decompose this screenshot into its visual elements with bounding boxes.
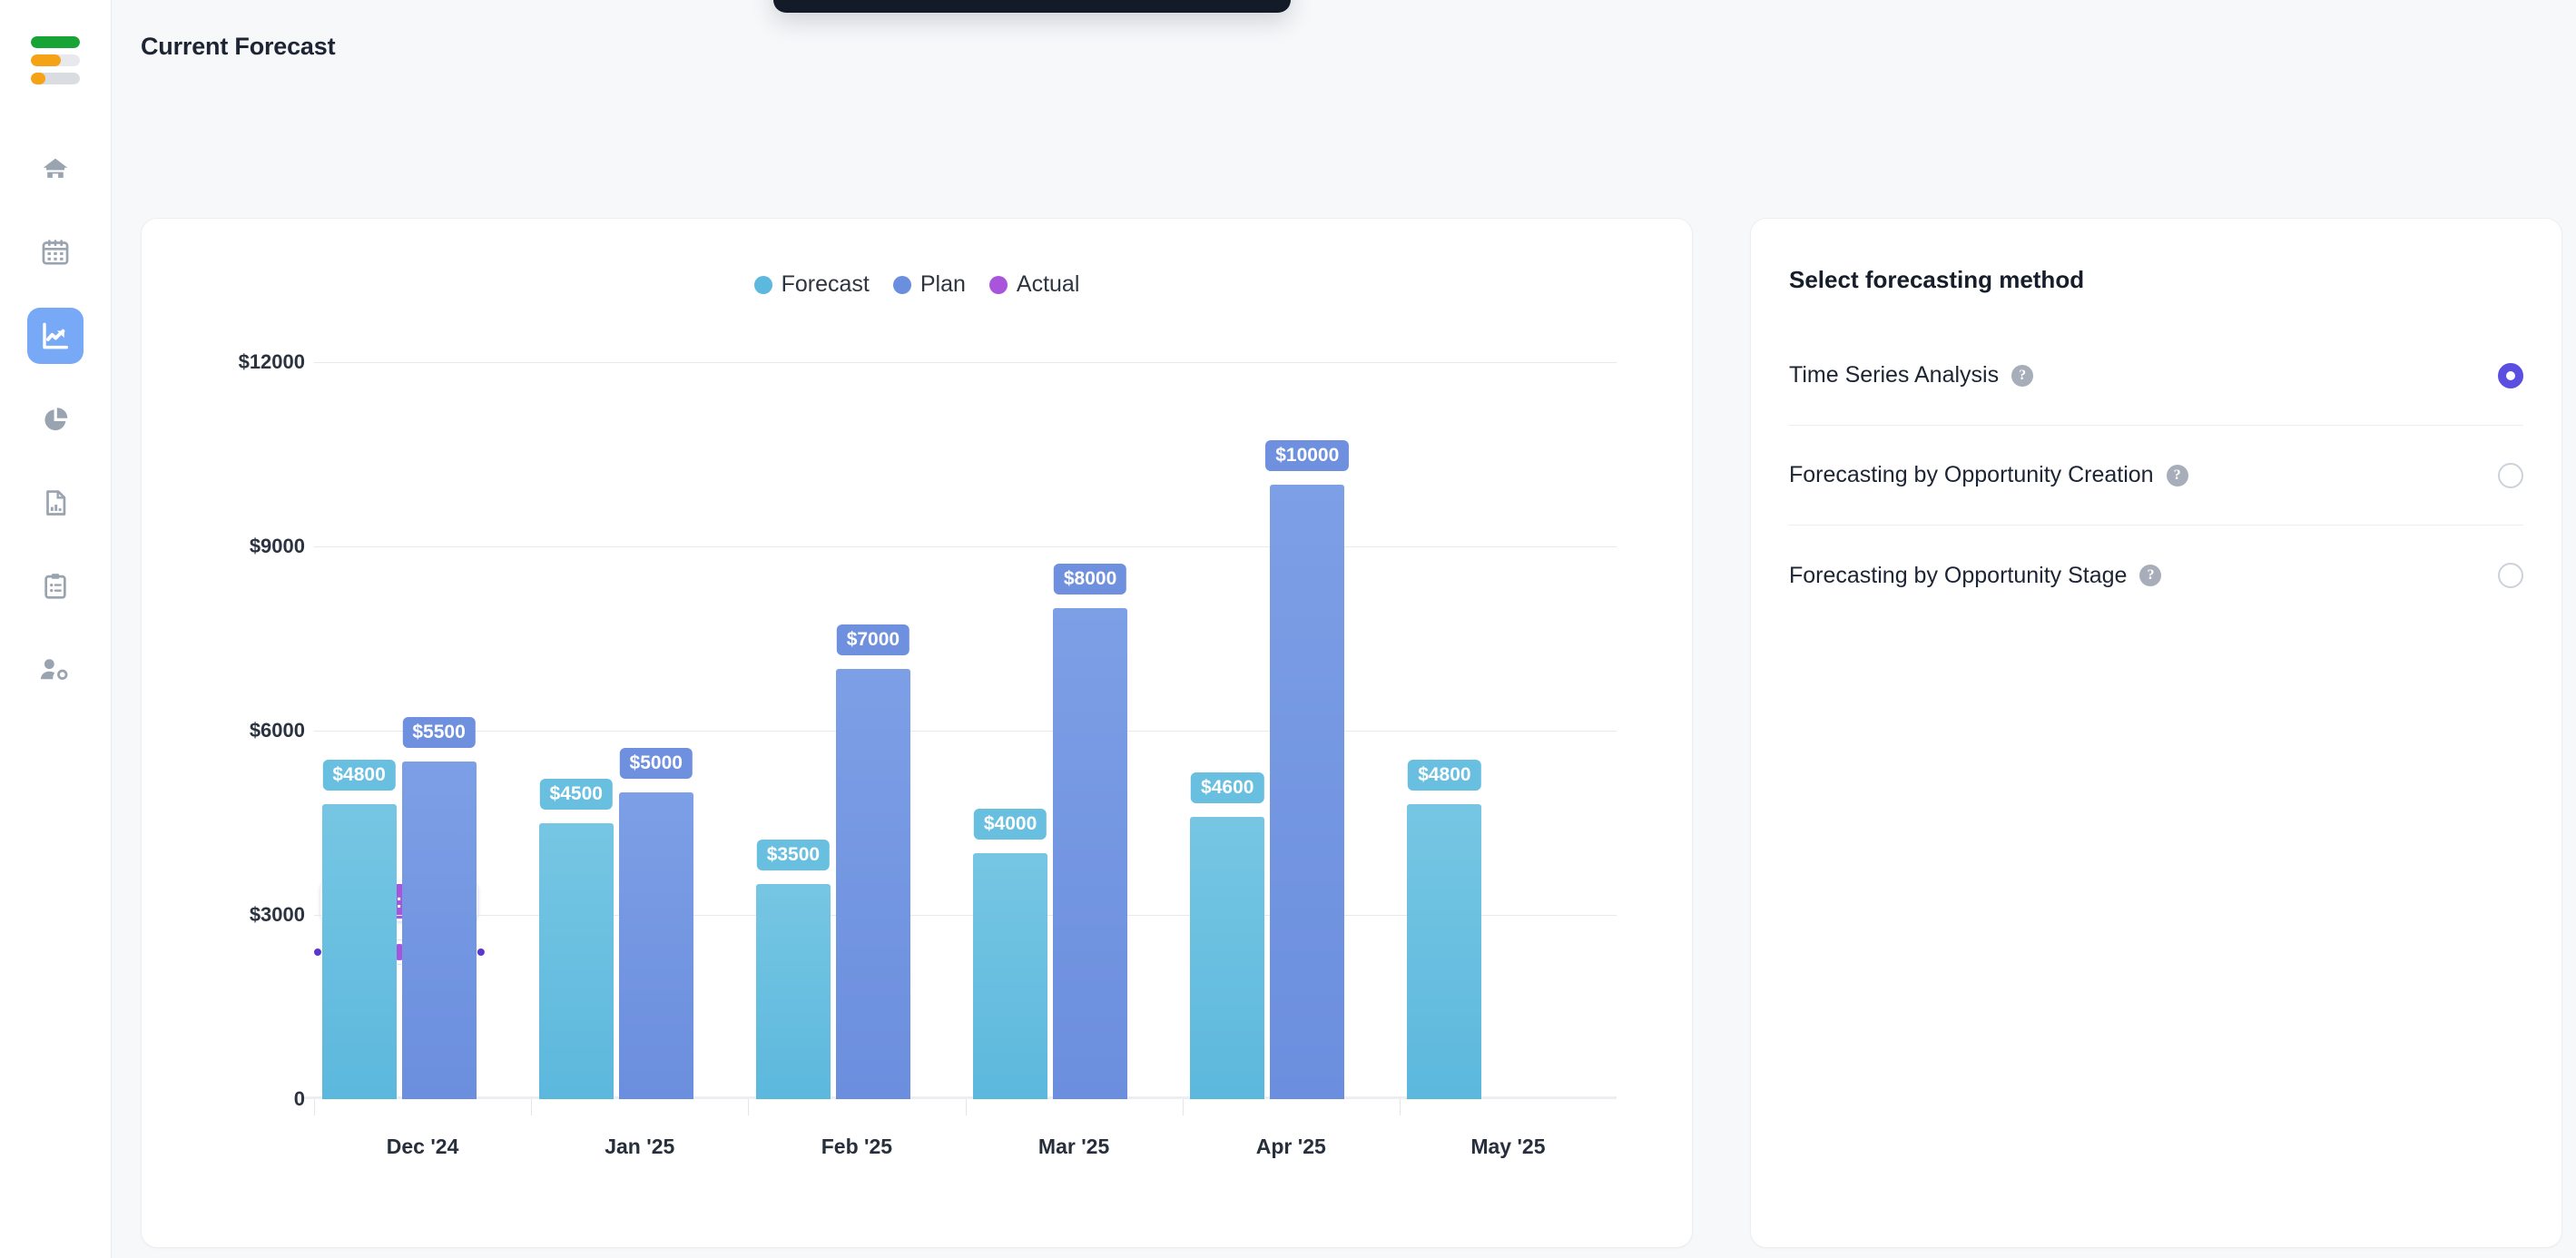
sidebar bbox=[0, 0, 112, 1258]
forecast-bar-chart: Forecast Plan Actual Actual: $2400 0 $3000 $… bbox=[142, 219, 1692, 1247]
toast-notification[interactable] bbox=[773, 0, 1291, 13]
x-axis-label: Feb '25 bbox=[821, 1135, 893, 1158]
bar-value-label-plan: $5500 bbox=[402, 716, 476, 748]
y-axis-tick-label: $6000 bbox=[249, 719, 305, 742]
help-icon[interactable]: ? bbox=[2139, 565, 2162, 586]
method-panel-title: Select forecasting method bbox=[1789, 266, 2085, 293]
logo-bar-orange-1 bbox=[31, 54, 80, 66]
legend-item-forecast[interactable]: Forecast bbox=[753, 271, 870, 298]
app-logo[interactable] bbox=[31, 36, 80, 84]
y-axis-tick-label: $12000 bbox=[238, 350, 305, 373]
method-option-radio[interactable] bbox=[2498, 563, 2523, 588]
clipboard-icon bbox=[40, 571, 71, 602]
x-axis-tick bbox=[1182, 1099, 1184, 1115]
method-option-label: Time Series Analysis bbox=[1789, 362, 2000, 388]
sidebar-nav bbox=[27, 141, 84, 698]
x-axis-label: Jan '25 bbox=[605, 1135, 675, 1158]
trend-chart-icon bbox=[39, 319, 72, 352]
help-icon[interactable]: ? bbox=[2166, 464, 2188, 486]
bar-forecast-dec24[interactable] bbox=[321, 804, 397, 1099]
legend-swatch-actual bbox=[988, 275, 1008, 294]
bar-forecast-feb25[interactable] bbox=[755, 884, 831, 1099]
x-axis-tick bbox=[314, 1099, 315, 1115]
sidebar-item-home[interactable] bbox=[27, 141, 84, 197]
y-axis-tick-label: $3000 bbox=[249, 903, 305, 926]
x-axis-tick bbox=[965, 1099, 967, 1115]
page-title: Current Forecast bbox=[141, 33, 336, 60]
y-axis-tick-label: 0 bbox=[293, 1087, 305, 1110]
sidebar-item-tasks[interactable] bbox=[27, 558, 84, 614]
method-option-label: Forecasting by Opportunity Stage bbox=[1789, 562, 2128, 588]
bar-plan-apr25[interactable] bbox=[1270, 485, 1345, 1099]
bar-plan-feb25[interactable] bbox=[835, 669, 910, 1099]
legend-item-actual[interactable]: Actual bbox=[988, 271, 1080, 298]
sidebar-item-team-settings[interactable] bbox=[27, 642, 84, 698]
sidebar-item-forecast[interactable] bbox=[27, 308, 84, 364]
bar-value-label-forecast: $4800 bbox=[322, 760, 396, 791]
sidebar-item-reports[interactable] bbox=[27, 475, 84, 531]
chart-legend: Forecast Plan Actual bbox=[142, 271, 1692, 298]
method-option-row[interactable]: Forecasting by Opportunity Creation? bbox=[1789, 426, 2523, 526]
users-settings-icon bbox=[39, 654, 72, 685]
bar-value-label-forecast: $4000 bbox=[973, 809, 1047, 840]
chart-plot-area: Actual: $2400 0 $3000 $6000 $9000 $12000 Dec … bbox=[239, 350, 1617, 1158]
method-option-list: Time Series Analysis? Forecasting by Oppo… bbox=[1789, 326, 2523, 625]
bar-plan-jan25[interactable] bbox=[618, 791, 693, 1099]
bar-plan-mar25[interactable] bbox=[1053, 607, 1128, 1099]
y-axis-tick-label: $9000 bbox=[249, 535, 305, 557]
bar-value-label-plan: $5000 bbox=[619, 747, 693, 779]
logo-bar-green bbox=[31, 36, 80, 48]
method-option-radio[interactable] bbox=[2498, 462, 2523, 488]
logo-bar-orange-2 bbox=[31, 73, 80, 84]
bar-forecast-jan25[interactable] bbox=[538, 822, 614, 1099]
logo-bar-orange-2-fill bbox=[31, 73, 46, 84]
gridline bbox=[314, 546, 1617, 547]
legend-label-plan: Plan bbox=[919, 271, 966, 297]
x-axis-tick bbox=[748, 1099, 750, 1115]
legend-item-plan[interactable]: Plan bbox=[892, 271, 966, 298]
gridline bbox=[314, 731, 1617, 732]
method-option-label: Forecasting by Opportunity Creation bbox=[1789, 462, 2154, 487]
bar-forecast-apr25[interactable] bbox=[1190, 816, 1265, 1099]
x-axis-label: Mar '25 bbox=[1037, 1135, 1110, 1158]
legend-label-actual: Actual bbox=[1016, 271, 1080, 297]
bar-value-label-forecast: $4500 bbox=[539, 778, 613, 810]
bar-plan-dec24[interactable] bbox=[401, 761, 477, 1099]
bar-value-label-forecast: $3500 bbox=[756, 840, 831, 871]
forecast-chart-card: Forecast Plan Actual Actual: $2400 0 $3000 $… bbox=[141, 218, 1693, 1248]
bar-value-label-forecast: $4600 bbox=[1191, 772, 1264, 803]
x-axis-label: Apr '25 bbox=[1255, 1135, 1326, 1158]
report-document-icon bbox=[40, 487, 71, 518]
logo-bar-green-fill bbox=[31, 36, 80, 48]
sidebar-item-calendar[interactable] bbox=[27, 224, 84, 280]
x-axis-label: May '25 bbox=[1470, 1135, 1546, 1158]
home-icon bbox=[40, 153, 71, 184]
bar-forecast-mar25[interactable] bbox=[973, 853, 1048, 1099]
method-option-row[interactable]: Forecasting by Opportunity Stage? bbox=[1789, 526, 2523, 625]
sidebar-item-analytics[interactable] bbox=[27, 391, 84, 447]
logo-bar-orange-1-fill bbox=[31, 54, 62, 66]
x-axis-label: Dec '24 bbox=[386, 1135, 459, 1158]
bar-value-label-forecast: $4800 bbox=[1408, 760, 1481, 791]
help-icon[interactable]: ? bbox=[2011, 364, 2034, 387]
x-axis-tick bbox=[1399, 1099, 1401, 1115]
bar-forecast-may25[interactable] bbox=[1407, 804, 1482, 1099]
bar-value-label-plan: $7000 bbox=[836, 624, 910, 656]
x-axis-tick bbox=[531, 1099, 533, 1115]
method-option-radio[interactable] bbox=[2498, 362, 2523, 388]
pie-chart-icon bbox=[40, 404, 71, 435]
legend-label-forecast: Forecast bbox=[781, 271, 870, 297]
gridline bbox=[314, 362, 1617, 363]
calendar-icon bbox=[40, 237, 71, 268]
method-option-row[interactable]: Time Series Analysis? bbox=[1789, 326, 2523, 426]
bar-value-label-plan: $10000 bbox=[1265, 440, 1350, 472]
bar-value-label-plan: $8000 bbox=[1053, 563, 1127, 595]
forecasting-method-card: Select forecasting method Time Series An… bbox=[1750, 218, 2562, 1248]
legend-swatch-plan bbox=[892, 275, 911, 294]
legend-swatch-forecast bbox=[753, 275, 772, 294]
